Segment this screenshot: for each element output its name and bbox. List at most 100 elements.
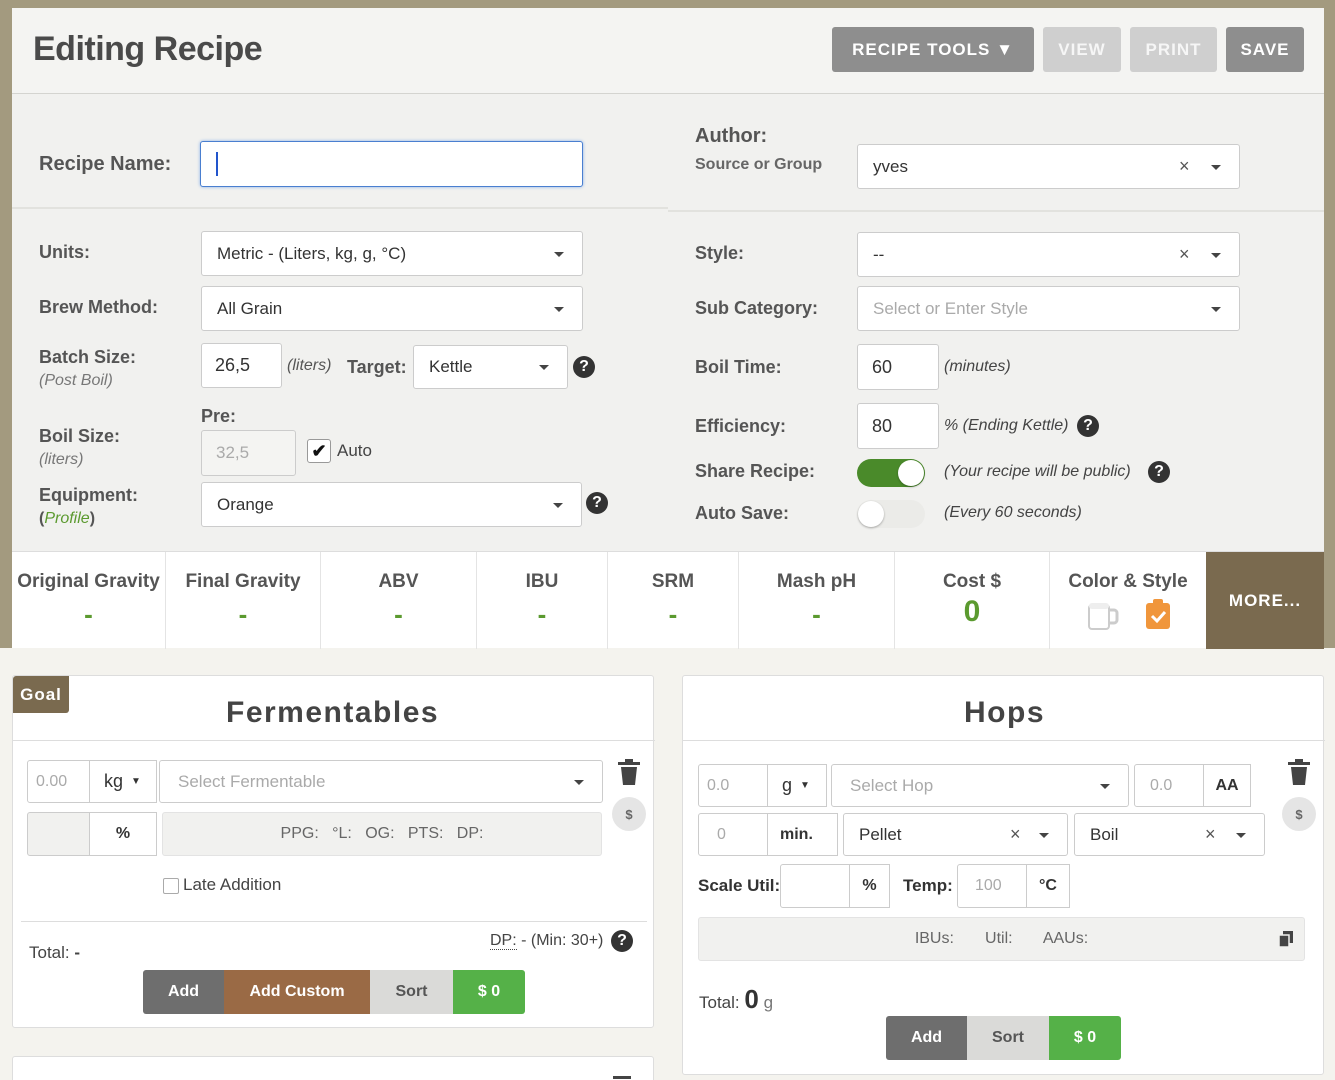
cost-circle-button[interactable]: $ [1282, 797, 1316, 831]
equipment-select[interactable]: Orange [201, 482, 582, 527]
hop-aa-input[interactable]: 0.0 [1134, 764, 1204, 807]
cost-button[interactable]: $ 0 [1049, 1016, 1121, 1060]
caret-icon: ▼ [131, 776, 141, 787]
section-divider [668, 210, 1324, 212]
sort-button[interactable]: Sort [370, 970, 453, 1014]
efficiency-input[interactable]: 80 [857, 403, 939, 449]
stat-srm[interactable]: SRM - [608, 552, 739, 649]
trash-icon[interactable] [613, 1076, 631, 1079]
target-select[interactable]: Kettle [413, 345, 568, 389]
hop-time-input[interactable]: 0 [698, 813, 768, 856]
hop-use-select[interactable]: Boil × [1074, 813, 1265, 856]
fermentable-amount-input[interactable]: 0.00 [27, 760, 90, 803]
sort-button[interactable]: Sort [967, 1016, 1049, 1060]
share-recipe-toggle[interactable] [857, 459, 925, 487]
author-select[interactable]: yves × [857, 144, 1240, 189]
recipe-stats-bar: Original Gravity - Final Gravity - ABV - IB… [12, 551, 1324, 649]
trash-icon[interactable] [1286, 758, 1312, 786]
panel-divider [13, 740, 655, 741]
recipe-editor-card: Editing Recipe RECIPE TOOLS ▼ VIEW PRINT… [12, 8, 1324, 649]
stat-cost[interactable]: Cost $ 0 [895, 552, 1050, 649]
hop-use-value: Boil [1090, 824, 1119, 844]
trash-icon[interactable] [616, 758, 642, 786]
clear-icon[interactable]: × [1205, 824, 1216, 845]
recipe-name-input[interactable] [200, 141, 583, 187]
units-label: Units: [39, 242, 90, 262]
equipment-profile-link[interactable]: Profile [44, 510, 89, 527]
fermentable-percent-input[interactable] [27, 812, 90, 856]
stat-abv[interactable]: ABV - [321, 552, 477, 649]
boil-time-input[interactable]: 60 [857, 344, 939, 390]
hop-form-select[interactable]: Pellet × [843, 813, 1068, 856]
sub-category-select[interactable]: Select or Enter Style [857, 286, 1240, 331]
save-button[interactable]: SAVE [1226, 27, 1304, 72]
batch-size-value: 26,5 [215, 355, 251, 375]
fermentable-select[interactable]: Select Fermentable [159, 760, 603, 803]
print-button[interactable]: PRINT [1130, 27, 1217, 72]
late-addition-checkbox[interactable] [163, 878, 179, 894]
dp-label[interactable]: DP: [490, 932, 517, 950]
boil-time-label: Boil Time: [695, 357, 782, 377]
boil-time-unit: (minutes) [944, 358, 1011, 375]
scale-util-input[interactable] [780, 864, 850, 908]
stat-original-gravity[interactable]: Original Gravity - [12, 552, 166, 649]
late-addition-label: Late Addition [183, 875, 282, 894]
boil-size-input[interactable]: 32,5 [201, 430, 296, 476]
help-icon[interactable]: ? [586, 492, 608, 514]
fermentable-info: PPG: °L: OG: PTS: DP: [162, 812, 602, 856]
batch-size-input[interactable]: 26,5 [201, 343, 282, 388]
stat-label: SRM [651, 571, 695, 592]
style-check-icon [1146, 599, 1170, 629]
brew-method-select[interactable]: All Grain [201, 286, 583, 331]
unit-value: kg [104, 771, 124, 791]
help-icon[interactable]: ? [1148, 461, 1170, 483]
more-button[interactable]: MORE... [1206, 552, 1324, 649]
stat-label: Original Gravity [17, 571, 160, 592]
clear-icon[interactable]: × [1179, 244, 1190, 265]
temp-input[interactable]: 100 [957, 864, 1027, 908]
hops-total: Total: 0 g [699, 984, 773, 1015]
auto-label: Auto [337, 441, 372, 460]
units-select[interactable]: Metric - (Liters, kg, g, °C) [201, 231, 583, 276]
add-custom-button[interactable]: Add Custom [224, 970, 370, 1014]
goal-badge[interactable]: Goal [13, 676, 69, 713]
cost-circle-button[interactable]: $ [612, 797, 646, 831]
boil-size-label: Boil Size: [39, 426, 121, 446]
hop-select[interactable]: Select Hop [831, 764, 1129, 807]
add-hop-button[interactable]: Add [886, 1016, 967, 1060]
recipe-tools-button[interactable]: RECIPE TOOLS ▼ [832, 27, 1034, 72]
help-icon[interactable]: ? [1077, 415, 1099, 437]
efficiency-label: Efficiency: [695, 416, 787, 436]
style-select[interactable]: -- × [857, 232, 1240, 277]
stat-label: Color & Style [1068, 571, 1188, 592]
stat-final-gravity[interactable]: Final Gravity - [166, 552, 321, 649]
stat-mash-ph[interactable]: Mash pH - [739, 552, 895, 649]
stat-color-style[interactable]: Color & Style [1050, 552, 1206, 649]
cost-button[interactable]: $ 0 [453, 970, 525, 1014]
copy-icon[interactable] [1278, 931, 1293, 948]
boil-size-value: 32,5 [216, 443, 250, 462]
hops-title: Hops [964, 696, 1045, 729]
fermentables-total: Total: - [29, 943, 80, 963]
stat-ibu[interactable]: IBU - [477, 552, 608, 649]
clear-icon[interactable]: × [1010, 824, 1021, 845]
fermentables-panel: Goal Fermentables 0.00 kg ▼ Select Fermen… [12, 675, 655, 1028]
auto-save-toggle[interactable] [857, 500, 925, 528]
help-icon[interactable]: ? [611, 930, 633, 952]
fermentable-unit-select[interactable]: kg ▼ [89, 760, 157, 803]
add-fermentable-button[interactable]: Add [143, 970, 224, 1014]
auto-checkbox[interactable]: ✔ [307, 439, 331, 463]
view-button[interactable]: VIEW [1043, 27, 1121, 72]
toggle-knob [898, 460, 924, 486]
clear-icon[interactable]: × [1179, 156, 1190, 177]
boil-time-value: 60 [872, 356, 893, 377]
scale-percent-label: % [849, 864, 890, 908]
diastatic-power: DP: - (Min: 30+) [490, 932, 603, 950]
help-icon[interactable]: ? [573, 356, 595, 378]
efficiency-unit: % (Ending Kettle) [944, 417, 1069, 434]
sub-category-placeholder: Select or Enter Style [873, 298, 1028, 318]
hop-amount-input[interactable]: 0.0 [698, 764, 768, 807]
recipe-name-label: Recipe Name: [39, 153, 172, 175]
stat-label: ABV [378, 571, 419, 592]
hop-unit-select[interactable]: g ▼ [767, 764, 827, 807]
